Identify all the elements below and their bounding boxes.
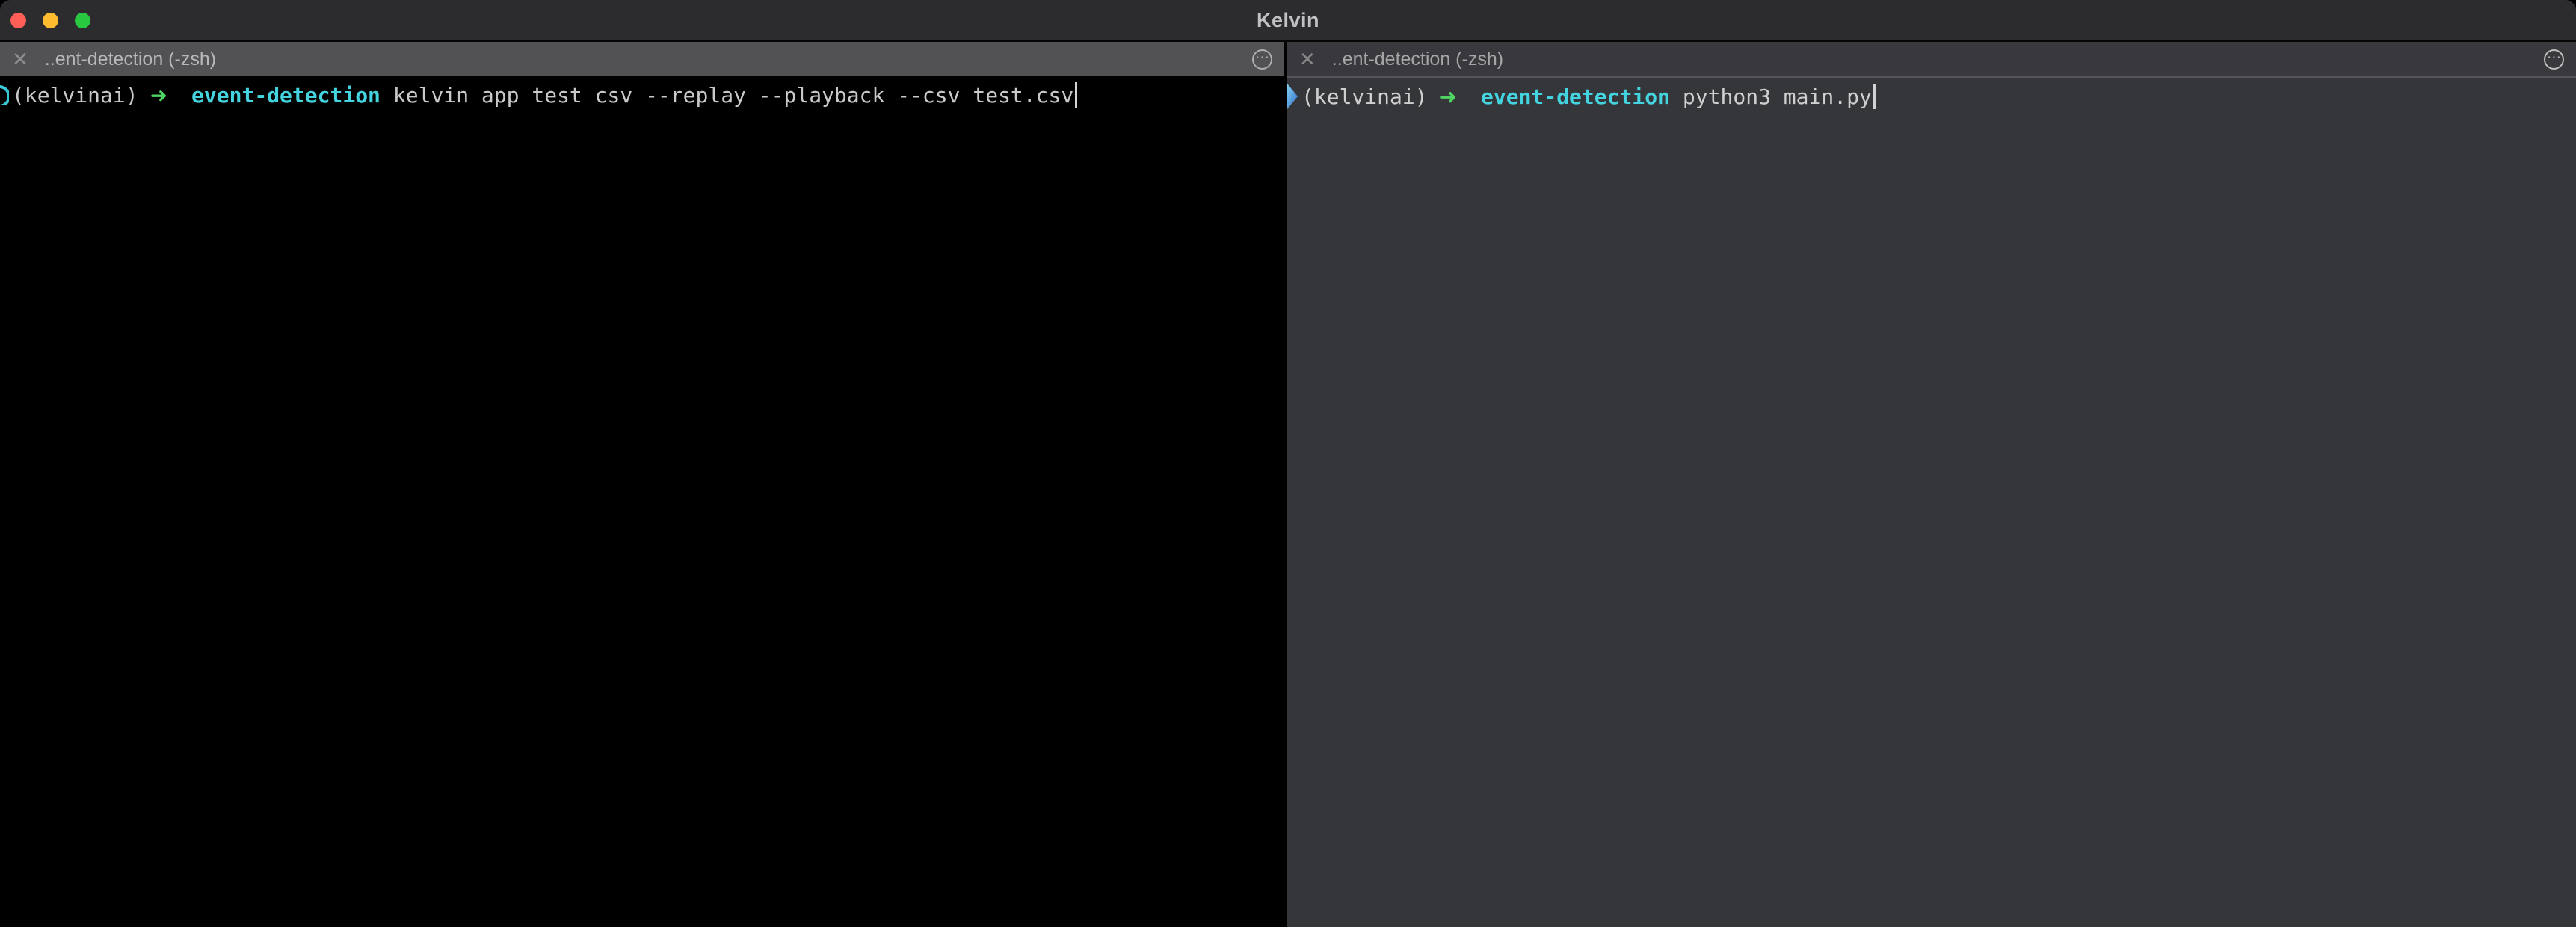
tab-label[interactable]: ..ent-detection (-zsh): [45, 49, 216, 70]
tab-overflow-icon[interactable]: ⋯: [1252, 49, 1272, 70]
prompt-arrow-icon: ➜: [150, 82, 168, 108]
terminal-content-right[interactable]: (kelvinai) ➜ event-detection python3 mai…: [1287, 76, 2576, 927]
tab-bar-right[interactable]: ✕ ..ent-detection (-zsh) ⋯: [1287, 42, 2576, 76]
terminal-content-left[interactable]: (kelvinai) ➜ event-detection kelvin app …: [0, 76, 1284, 927]
ellipsis-glyph: ⋯: [1255, 49, 1269, 66]
typed-command: kelvin app test csv --replay --playback …: [392, 82, 1074, 108]
terminal-window: Kelvin ✕ ..ent-detection (-zsh) ⋯ (kelvi…: [0, 0, 2576, 927]
tab-bar-left[interactable]: ✕ ..ent-detection (-zsh) ⋯: [0, 42, 1284, 76]
ellipsis-glyph: ⋯: [2547, 49, 2561, 66]
typed-command: python3 main.py: [1682, 84, 1872, 109]
text-cursor: [1075, 82, 1078, 108]
text-cursor: [1873, 84, 1876, 109]
split-panes: ✕ ..ent-detection (-zsh) ⋯ (kelvinai) ➜ …: [0, 42, 2576, 927]
window-title: Kelvin: [1256, 8, 1320, 31]
prompt-clipped-glyph-icon: [1287, 84, 1298, 109]
close-tab-icon[interactable]: ✕: [12, 49, 28, 69]
tab-overflow-icon[interactable]: ⋯: [2544, 49, 2564, 70]
title-bar[interactable]: Kelvin: [0, 0, 2576, 42]
close-tab-icon[interactable]: ✕: [1299, 49, 1316, 69]
conda-env-label: (kelvinai): [1301, 84, 1428, 109]
terminal-prompt-line: (kelvinai) ➜ event-detection python3 mai…: [1287, 78, 2576, 114]
prompt-directory: event-detection: [191, 82, 380, 108]
tab-label[interactable]: ..ent-detection (-zsh): [1332, 49, 1503, 70]
prompt-directory: event-detection: [1481, 84, 1670, 109]
terminal-pane-left: ✕ ..ent-detection (-zsh) ⋯ (kelvinai) ➜ …: [0, 42, 1284, 927]
prompt-clipped-glyph-icon: [0, 85, 9, 105]
prompt-arrow-icon: ➜: [1439, 84, 1458, 109]
conda-env-label: (kelvinai): [12, 82, 138, 108]
terminal-prompt-line: (kelvinai) ➜ event-detection kelvin app …: [0, 77, 1284, 113]
terminal-pane-right: ✕ ..ent-detection (-zsh) ⋯ (kelvinai) ➜ …: [1287, 42, 2576, 927]
